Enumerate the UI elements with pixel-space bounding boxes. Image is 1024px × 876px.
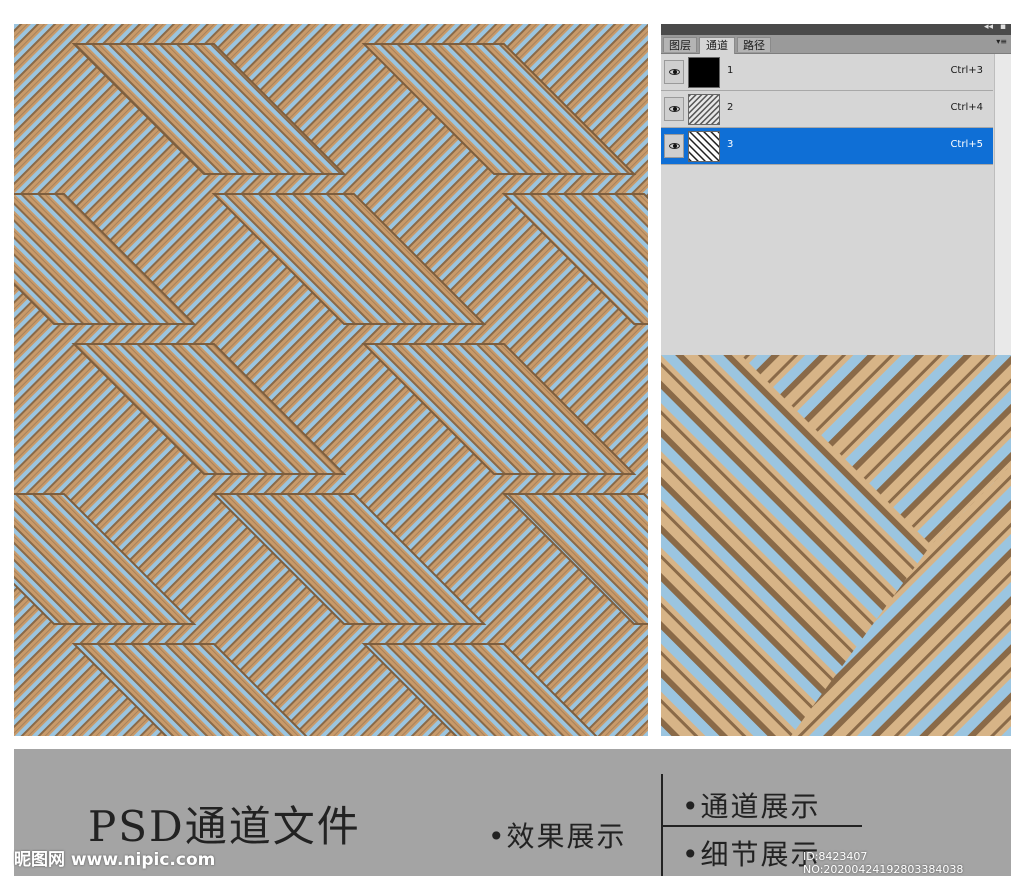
bullet-effect-display: •效果展示	[488, 820, 627, 853]
visibility-eye-icon[interactable]	[664, 97, 684, 121]
bullet-channel-display: •通道展示	[682, 790, 821, 823]
close-icon[interactable]: ▪	[1000, 24, 1006, 32]
channel-shortcut: Ctrl+3	[950, 65, 983, 76]
channel-thumbnail	[688, 57, 720, 88]
channel-name: 3	[727, 139, 734, 150]
tab-channels[interactable]: 通道	[699, 37, 735, 54]
channel-row-1[interactable]: 1 Ctrl+3	[661, 54, 993, 91]
tab-layers[interactable]: 图层	[663, 37, 697, 52]
banner-divider-horizontal	[661, 825, 862, 827]
watermark-logo: 昵图网 www.nipic.com	[14, 850, 216, 870]
visibility-eye-icon[interactable]	[664, 60, 684, 84]
channel-row-2[interactable]: 2 Ctrl+4	[661, 91, 993, 128]
woven-pattern-graphic	[14, 24, 648, 736]
channel-shortcut: Ctrl+5	[950, 139, 983, 150]
panel-tabbar: 图层 通道 路径 ▾≡	[661, 35, 1011, 54]
visibility-eye-icon[interactable]	[664, 134, 684, 158]
collapse-icon[interactable]: ◂◂	[984, 24, 993, 32]
tab-paths[interactable]: 路径	[737, 37, 771, 52]
channels-panel: ◂◂ ▪ 图层 通道 路径 ▾≡ 1 Ctrl+3 2 Ctrl+4 3 Ctr…	[661, 24, 1011, 355]
pattern-preview-large	[14, 24, 648, 736]
panel-titlebar: ◂◂ ▪	[661, 24, 1011, 35]
pattern-preview-detail	[661, 355, 1011, 736]
bullet-detail-display: •细节展示	[682, 838, 821, 871]
channel-thumbnail	[688, 131, 720, 162]
watermark-id: ID:8423407 NO:20200424192803384038	[803, 850, 964, 876]
channel-thumbnail	[688, 94, 720, 125]
panel-scrollbar[interactable]	[994, 54, 1011, 355]
panel-menu-icon[interactable]: ▾≡	[996, 37, 1007, 46]
channel-name: 1	[727, 65, 734, 76]
channel-name: 2	[727, 102, 734, 113]
channel-shortcut: Ctrl+4	[950, 102, 983, 113]
channel-row-3[interactable]: 3 Ctrl+5	[661, 128, 993, 165]
detail-pattern-graphic	[661, 355, 1011, 736]
